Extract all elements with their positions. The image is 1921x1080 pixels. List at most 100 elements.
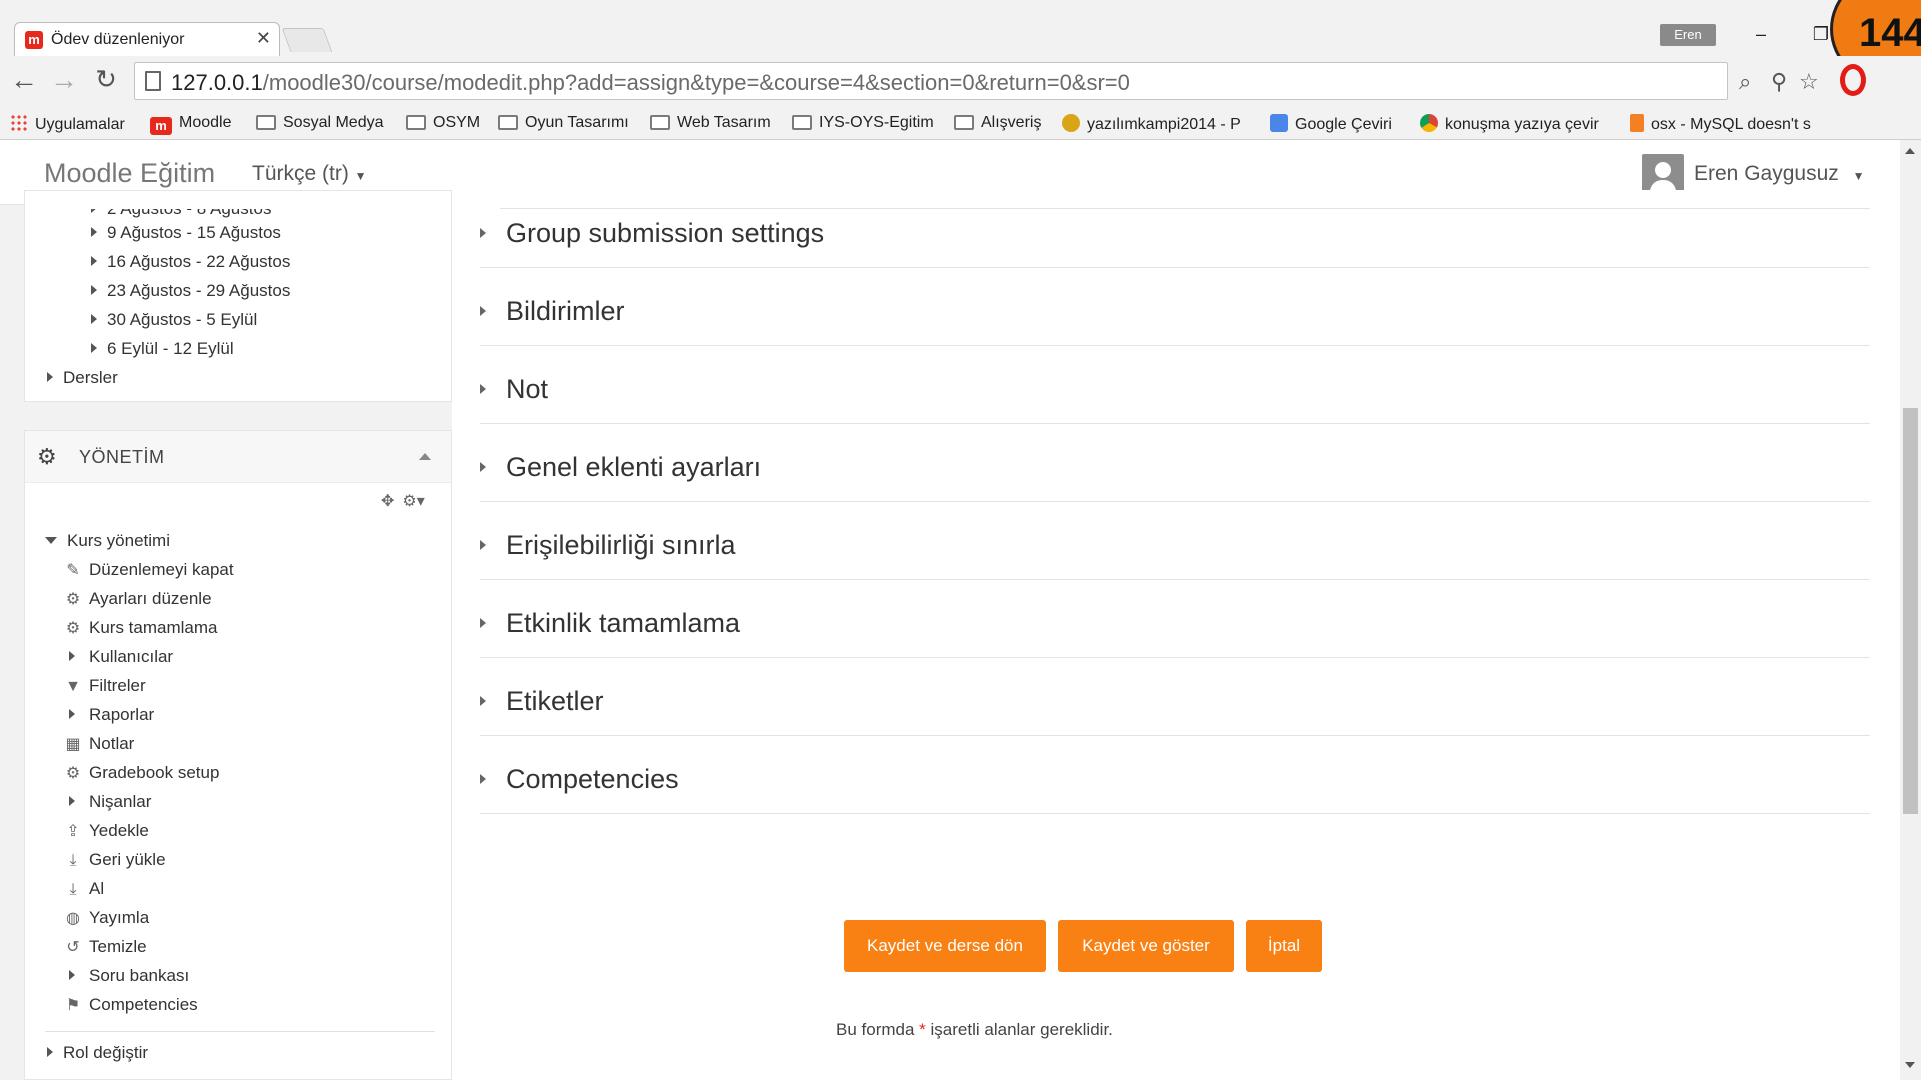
bookmark-web-tasarim[interactable]: Web Tasarım (650, 114, 771, 132)
key-icon[interactable]: ⚲ (1771, 69, 1787, 95)
week-label: 23 Ağustos - 29 Ağustos (107, 281, 291, 300)
section-notifications[interactable]: Bildirimler (480, 268, 1870, 346)
opera-extension-icon[interactable] (1840, 64, 1866, 96)
admin-item-filters[interactable]: ▼ Filtreler (63, 676, 146, 696)
caret-right-icon (91, 343, 97, 353)
switch-role[interactable]: Rol değiştir (47, 1043, 148, 1063)
bookmark-sosyal-medya[interactable]: Sosyal Medya (256, 114, 384, 132)
forward-icon[interactable]: → (48, 64, 80, 96)
nav-week-3[interactable]: 23 Ağustos - 29 Ağustos (91, 281, 290, 301)
section-common-module-settings[interactable]: Genel eklenti ayarları (480, 424, 1870, 502)
section-tags[interactable]: Etiketler (480, 658, 1870, 736)
bookmark-yazilimkampi[interactable]: yazılımkampi2014 - P (1062, 114, 1241, 134)
save-and-return-button[interactable]: Kaydet ve derse dön (844, 920, 1046, 972)
admin-item-reset[interactable]: ↺ Temizle (63, 937, 146, 957)
bookmark-moodle[interactable]: m Moodle (150, 114, 231, 135)
scroll-down-icon[interactable] (1905, 1062, 1915, 1068)
bookmark-alisveris[interactable]: Alışveriş (954, 114, 1041, 132)
section-activity-completion[interactable]: Etkinlik tamamlama (480, 580, 1870, 658)
minimize-icon[interactable]: – (1746, 24, 1776, 45)
section-restrict-access[interactable]: Erişilebilirliği sınırla (480, 502, 1870, 580)
bookmark-osym[interactable]: OSYM (406, 114, 480, 132)
caret-right-icon (91, 209, 97, 213)
admin-item-gradebook-setup[interactable]: ⚙ Gradebook setup (63, 763, 220, 783)
nav-week-1[interactable]: 9 Ağustos - 15 Ağustos (91, 223, 281, 243)
admin-item-backup[interactable]: ⇪ Yedekle (63, 821, 149, 841)
competencies-icon: ⚑ (65, 997, 81, 1014)
save-and-display-button[interactable]: Kaydet ve göster (1058, 920, 1234, 972)
scrollbar-thumb[interactable] (1903, 408, 1918, 814)
move-icon[interactable]: ✥ (381, 493, 394, 510)
bookmark-iys-oys[interactable]: IYS-OYS-Egitim (792, 114, 934, 132)
admin-item-question-bank[interactable]: Soru bankası (69, 966, 189, 986)
folder-icon (792, 115, 812, 130)
admin-item-edit-off[interactable]: ✎ Düzenlemeyi kapat (63, 560, 233, 580)
admin-item-grades[interactable]: ▦ Notlar (63, 734, 134, 754)
new-tab-button[interactable] (281, 28, 333, 52)
tab-title: Ödev düzenleniyor (51, 31, 185, 48)
cancel-button[interactable]: İptal (1246, 920, 1322, 972)
language-menu[interactable]: Türkçe (tr) ▼ (252, 162, 367, 186)
nav-week-0[interactable]: 2 Ağustos - 8 Ağustos (91, 199, 272, 219)
admin-item-label: Soru bankası (89, 966, 190, 985)
address-bar[interactable]: 127.0.0.1/moodle30/course/modedit.php?ad… (134, 62, 1819, 100)
url-text[interactable]: 127.0.0.1/moodle30/course/modedit.php?ad… (171, 70, 1130, 96)
admin-item-label: Al (89, 879, 105, 898)
globe-icon: ◍ (66, 910, 80, 927)
section-competencies[interactable]: Competencies (480, 736, 1870, 814)
admin-item-import[interactable]: ⤓ Al (63, 879, 104, 899)
section-grade[interactable]: Not (480, 346, 1870, 424)
bookmark-apps[interactable]: Uygulamalar (10, 114, 125, 134)
admin-item-users[interactable]: Kullanıcılar (69, 647, 173, 667)
caret-right-icon (480, 540, 486, 550)
admin-item-reports[interactable]: Raporlar (69, 705, 154, 725)
admin-item-publish[interactable]: ◍ Yayımla (63, 908, 149, 928)
caret-right-icon (91, 256, 97, 266)
user-name: Eren Gaygusuz (1694, 162, 1839, 185)
tiger-icon (1062, 114, 1080, 132)
section-group-submission[interactable]: Group submission settings (480, 190, 1870, 268)
admin-item-competencies[interactable]: ⚑ Competencies (63, 995, 198, 1015)
admin-item-restore[interactable]: ⤓ Geri yükle (63, 850, 165, 870)
bookmark-google-ceviri[interactable]: Google Çeviri (1270, 114, 1392, 134)
week-label: 2 Ağustos - 8 Ağustos (107, 199, 272, 218)
profile-button[interactable]: Eren (1660, 24, 1716, 46)
folder-icon (256, 115, 276, 130)
administration-block: ⚙ YÖNETİM ✥ ⚙▾ Kurs yönetimi ✎ Düzenlemeyi… (24, 430, 452, 1080)
nav-week-4[interactable]: 30 Ağustos - 5 Eylül (91, 310, 257, 330)
admin-item-badges[interactable]: Nişanlar (69, 792, 151, 812)
courses-label: Dersler (63, 368, 118, 387)
bookmark-oyun-tasarimi[interactable]: Oyun Tasarımı (498, 114, 629, 132)
star-icon[interactable]: ☆ (1799, 69, 1819, 95)
zoom-icon[interactable]: ⌕ (1739, 69, 1751, 95)
admin-item-edit-settings[interactable]: ⚙ Ayarları düzenle (63, 589, 212, 609)
section-title: Bildirimler (506, 296, 625, 326)
bookmark-label: Web Tasarım (677, 114, 771, 131)
chevron-down-icon: ▼ (354, 169, 367, 183)
tab-close-icon[interactable]: ✕ (256, 28, 271, 49)
bookmark-konusma[interactable]: konuşma yazıya çevir (1420, 114, 1599, 134)
page-scrollbar[interactable] (1900, 140, 1921, 1080)
assignment-form: Group submission settings Bildirimler No… (452, 190, 1900, 1080)
reload-icon[interactable]: ↻ (90, 64, 122, 95)
admin-item-course-completion[interactable]: ⚙ Kurs tamamlama (63, 618, 218, 638)
bookmark-label: OSYM (433, 114, 481, 131)
site-brand[interactable]: Moodle Eğitim (44, 158, 215, 189)
scroll-up-icon[interactable] (1905, 148, 1915, 154)
bookmark-osx-mysql[interactable]: osx - MySQL doesn't s (1630, 114, 1811, 134)
nav-week-2[interactable]: 16 Ağustos - 22 Ağustos (91, 252, 290, 272)
browser-tab[interactable]: m Ödev düzenleniyor ✕ (14, 22, 280, 56)
admin-item-label: Gradebook setup (89, 763, 220, 782)
bookmark-label: IYS-OYS-Egitim (819, 114, 934, 131)
url-path: /moodle30/course/modedit.php?add=assign&… (262, 70, 1130, 95)
back-icon[interactable]: ← (8, 64, 40, 96)
collapse-icon[interactable] (419, 453, 431, 460)
nav-courses[interactable]: Dersler (47, 368, 118, 388)
nav-week-5[interactable]: 6 Eylül - 12 Eylül (91, 339, 234, 359)
course-administration[interactable]: Kurs yönetimi (45, 531, 170, 551)
admin-block-header: ⚙ YÖNETİM (25, 431, 451, 483)
page-icon (145, 71, 161, 91)
block-settings-icon[interactable]: ⚙▾ (402, 493, 424, 510)
user-menu[interactable]: Eren Gaygusuz ▼ (1694, 162, 1864, 186)
bookmark-label: Alışveriş (981, 114, 1042, 131)
